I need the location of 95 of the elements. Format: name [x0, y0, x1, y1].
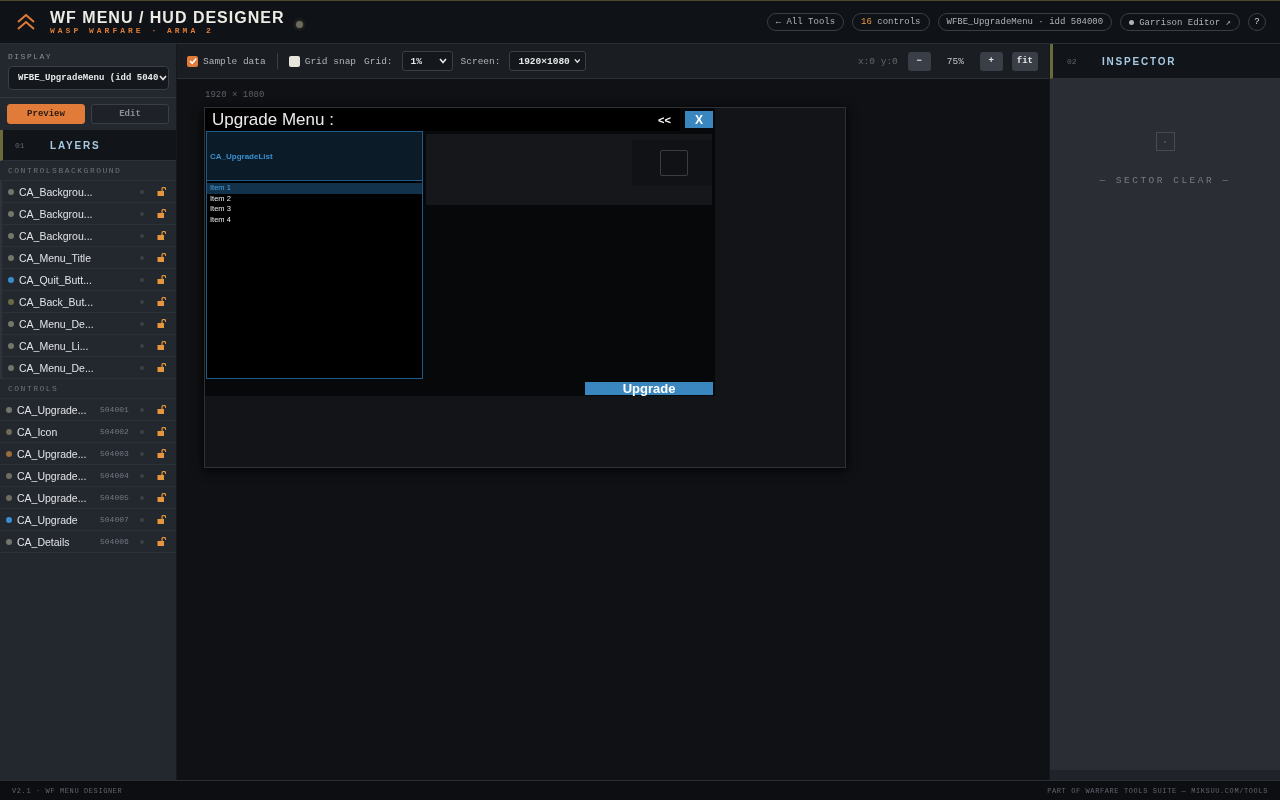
layer-row[interactable]: CA_Upgrade... 504003: [0, 443, 176, 465]
layer-name: CA_Details: [17, 535, 70, 548]
dialog-title: Upgrade Menu :: [205, 108, 649, 131]
layer-row[interactable]: CA_Upgrade 504007: [0, 509, 176, 531]
grid-snap-toggle[interactable]: Grid snap: [288, 55, 357, 67]
layer-group-label: CONTROLS: [0, 379, 176, 399]
layer-name: CA_Backgrou...: [19, 207, 93, 220]
layer-name: CA_Menu_De...: [19, 317, 94, 330]
padlock-icon[interactable]: [157, 363, 166, 372]
layer-row[interactable]: CA_Menu_Title: [2, 247, 176, 269]
back-button[interactable]: <<: [649, 108, 680, 131]
padlock-icon[interactable]: [157, 275, 166, 284]
cursor-position: x:0 y:0: [857, 55, 898, 67]
layer-row[interactable]: CA_Menu_Li...: [2, 335, 176, 357]
layer-row[interactable]: CA_Backgrou...: [2, 203, 176, 225]
layer-row[interactable]: CA_Details 504006: [0, 531, 176, 553]
layer-name: CA_Menu_De...: [19, 361, 94, 374]
status-dot-icon: [296, 20, 304, 28]
layer-idc: 504001: [100, 405, 130, 414]
padlock-icon[interactable]: [157, 297, 166, 306]
panel-number: 01: [15, 140, 26, 150]
padlock-icon[interactable]: [157, 231, 166, 240]
layer-name: CA_Menu_Li...: [19, 339, 89, 352]
screen-label: Screen:: [460, 55, 501, 67]
empty-square-icon: [1155, 132, 1175, 151]
sample-data-toggle[interactable]: Sample data: [187, 55, 266, 67]
caret-icon: [438, 58, 447, 64]
layer-idc: 504007: [100, 515, 130, 524]
mode-tab[interactable]: Edit: [91, 104, 169, 124]
zoom-level: 75%: [945, 55, 965, 67]
screen-size-label: 1920 × 1080: [205, 89, 265, 101]
padlock-icon[interactable]: [157, 341, 166, 350]
padlock-icon[interactable]: [157, 493, 166, 502]
padlock-icon[interactable]: [157, 515, 166, 524]
layer-row[interactable]: CA_Upgrade... 504004: [0, 465, 176, 487]
checkbox[interactable]: [288, 55, 300, 67]
layer-idc: 504006: [100, 537, 130, 546]
square-outline-icon: [660, 150, 688, 176]
layer-row[interactable]: CA_Menu_De...: [2, 313, 176, 335]
padlock-icon[interactable]: [157, 427, 166, 436]
double-chevron-logo-icon: [17, 14, 35, 30]
padlock-icon[interactable]: [157, 471, 166, 480]
layer-row[interactable]: CA_Menu_De...: [2, 357, 176, 379]
grid-label: Grid:: [364, 55, 393, 67]
layer-name: CA_Icon: [17, 425, 58, 438]
layer-idc: 504005: [100, 493, 130, 502]
close-button[interactable]: X: [685, 111, 713, 128]
app-title: WF MENU / HUD DESIGNER: [50, 8, 285, 26]
dot-icon: [1129, 19, 1135, 25]
padlock-icon[interactable]: [157, 187, 166, 196]
display-label: DISPLAY: [8, 52, 54, 62]
layer-idc: 504004: [100, 471, 130, 480]
mode-tab[interactable]: Preview: [7, 104, 85, 124]
zoom-out-button[interactable]: −: [907, 51, 931, 71]
layer-name: CA_Back_But...: [19, 295, 94, 308]
listbox-header: CA_UpgradeList: [207, 132, 422, 181]
padlock-icon[interactable]: [157, 209, 166, 218]
layer-idc: 504002: [100, 427, 130, 436]
layer-row[interactable]: CA_Upgrade... 504001: [0, 399, 176, 421]
padlock-icon[interactable]: [157, 537, 166, 546]
panel-number: 02: [1067, 56, 1078, 66]
layer-row[interactable]: CA_Quit_Butt...: [2, 269, 176, 291]
layer-name: CA_Quit_Butt...: [19, 273, 92, 286]
upgrade-button[interactable]: Upgrade: [585, 382, 713, 395]
layer-row[interactable]: CA_Backgrou...: [2, 181, 176, 203]
padlock-icon[interactable]: [157, 405, 166, 414]
checkbox[interactable]: [187, 55, 198, 67]
display-select[interactable]: WFBE_UpgradeMenu (idd 5040: [8, 66, 169, 90]
layer-group-label: CONTROLSBACKGROUND: [0, 161, 176, 181]
layer-name: CA_Upgrade...: [17, 469, 87, 482]
app-subtitle: WASP WARFARE · ARMA 2: [50, 25, 215, 36]
screen-select[interactable]: 1920×1080: [509, 51, 587, 71]
grid-select[interactable]: 1%: [401, 51, 453, 71]
layer-idc: 504003: [100, 449, 130, 458]
layer-name: CA_Upgrade...: [17, 447, 87, 460]
layer-row[interactable]: CA_Back_But...: [2, 291, 176, 313]
padlock-icon[interactable]: [157, 449, 166, 458]
layer-row[interactable]: CA_Upgrade... 504005: [0, 487, 176, 509]
caret-icon: [573, 58, 581, 64]
padlock-icon[interactable]: [157, 319, 166, 328]
caret-icon: [159, 75, 168, 81]
layer-name: CA_Backgrou...: [19, 185, 93, 198]
zoom-in-button[interactable]: +: [979, 51, 1003, 71]
panel-title: INSPECTOR: [1102, 55, 1177, 67]
layer-name: CA_Menu_Title: [19, 251, 91, 264]
layer-name: CA_Upgrade...: [17, 403, 87, 416]
empty-state-text: — SECTOR CLEAR —: [1099, 175, 1231, 186]
padlock-icon[interactable]: [157, 253, 166, 262]
fit-button[interactable]: fit: [1011, 51, 1038, 71]
layer-row[interactable]: CA_Backgrou...: [2, 225, 176, 247]
layer-row[interactable]: CA_Icon 504002: [0, 421, 176, 443]
layer-name: CA_Upgrade...: [17, 491, 87, 504]
panel-title: LAYERS: [50, 139, 101, 151]
layer-name: CA_Backgrou...: [19, 229, 93, 242]
layer-name: CA_Upgrade: [17, 513, 78, 526]
